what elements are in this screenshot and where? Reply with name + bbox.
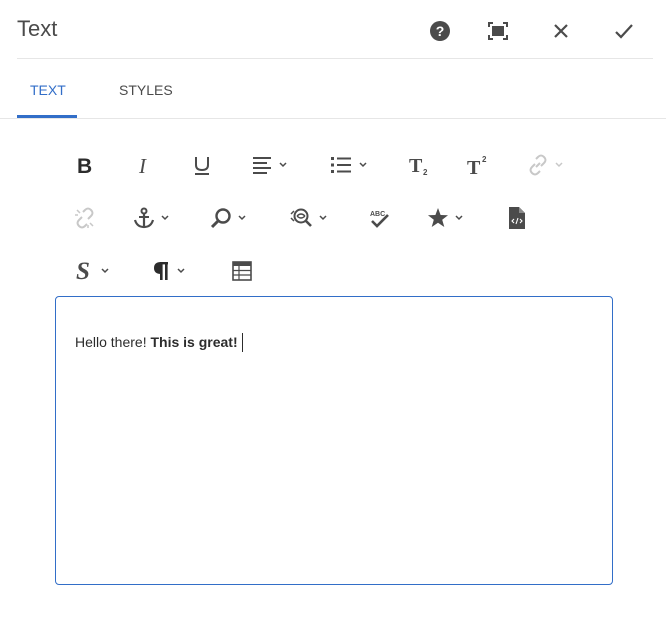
chevron-down-icon [455, 215, 463, 221]
bold-button[interactable]: B [76, 150, 94, 180]
rich-text-editor[interactable]: Hello there! This is great! [55, 296, 613, 585]
text-cursor [241, 333, 243, 352]
chevron-down-icon [359, 162, 367, 168]
find-replace-icon [290, 208, 312, 227]
superscript-button[interactable]: T 2 [467, 150, 491, 180]
chevron-down-icon [101, 268, 109, 274]
link-icon [529, 154, 547, 176]
underline-icon [195, 157, 209, 175]
align-left-icon [253, 157, 271, 174]
dialog-header: Text ? [17, 0, 653, 59]
svg-text:T: T [409, 155, 423, 177]
checkmark-icon [615, 24, 633, 39]
chevron-down-icon [177, 268, 185, 274]
italic-button[interactable]: I [137, 150, 151, 180]
dialog-title: Text [17, 16, 58, 41]
paragraph-format-dropdown[interactable] [153, 256, 185, 286]
chevron-down-icon [319, 215, 327, 221]
svg-text:ABC: ABC [370, 211, 385, 218]
editor-plain-text: Hello there! [75, 334, 151, 350]
svg-text:B: B [77, 155, 92, 176]
chevron-down-icon [555, 162, 563, 168]
tab-text[interactable]: TEXT [30, 58, 66, 118]
unlink-icon [75, 207, 94, 229]
star-icon [428, 208, 448, 227]
table-icon [232, 261, 252, 281]
find-replace-dropdown[interactable] [289, 203, 327, 233]
spellcheck-icon: ABC [370, 211, 389, 228]
bold-icon: B [77, 155, 92, 176]
close-icon [554, 24, 568, 38]
confirm-button[interactable] [609, 16, 639, 46]
spellcheck-button[interactable]: ABC [369, 203, 391, 233]
svg-text:2: 2 [482, 155, 487, 164]
code-file-icon [509, 207, 525, 229]
subscript-icon: T 2 [409, 155, 428, 177]
fullscreen-icon [488, 22, 508, 40]
editor-bold-text: This is great! [150, 334, 238, 350]
pilcrow-icon [154, 262, 168, 280]
help-button[interactable]: ? [425, 16, 455, 46]
search-icon [210, 208, 231, 229]
fullscreen-button[interactable] [483, 16, 513, 46]
tab-styles[interactable]: STYLES [119, 58, 173, 118]
svg-text:S: S [76, 258, 90, 284]
superscript-icon: T 2 [467, 155, 487, 177]
tab-bar: TEXT STYLES [0, 58, 666, 119]
source-edit-button[interactable] [509, 203, 525, 233]
chevron-down-icon [238, 215, 246, 221]
svg-text:?: ? [436, 23, 445, 39]
close-button[interactable] [546, 16, 576, 46]
align-dropdown[interactable] [253, 150, 287, 180]
italic-icon: I [138, 154, 147, 176]
find-dropdown[interactable] [210, 203, 246, 233]
active-tab-indicator [17, 115, 77, 118]
editor-content[interactable]: Hello there! This is great! [75, 333, 243, 352]
svg-text:T: T [467, 157, 481, 177]
help-icon: ? [430, 21, 450, 41]
anchor-dropdown[interactable] [133, 203, 169, 233]
special-characters-dropdown[interactable] [427, 203, 463, 233]
underline-button[interactable] [193, 150, 211, 180]
styles-icon: S [76, 258, 90, 284]
svg-text:2: 2 [423, 168, 428, 177]
chevron-down-icon [161, 215, 169, 221]
anchor-icon [133, 207, 155, 229]
chevron-down-icon [279, 162, 287, 168]
list-dropdown[interactable] [331, 150, 367, 180]
svg-text:I: I [138, 154, 147, 176]
table-button[interactable] [232, 256, 252, 286]
bulleted-list-icon [331, 157, 351, 173]
styles-dropdown[interactable]: S [75, 256, 109, 286]
unlink-button[interactable] [74, 203, 96, 233]
subscript-button[interactable]: T 2 [409, 150, 433, 180]
link-dropdown[interactable] [527, 150, 563, 180]
